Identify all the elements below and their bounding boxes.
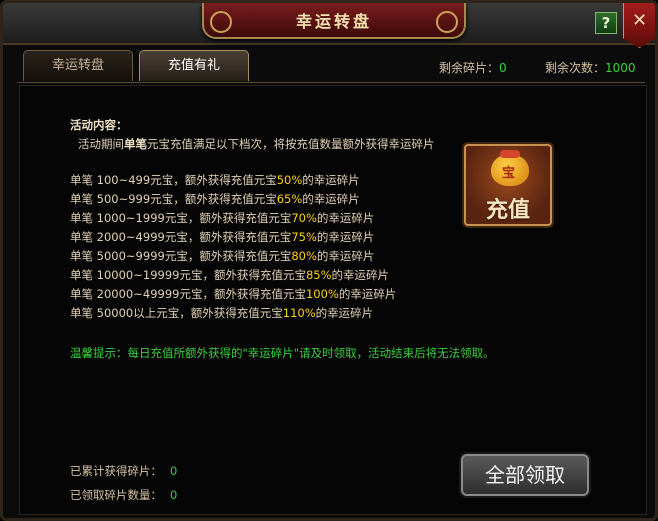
tier-percent: 85%	[305, 268, 332, 282]
tier-text: 单笔 2000~4999元宝，额外获得充值元宝	[70, 230, 292, 244]
tier-row: 单笔 10000~19999元宝，额外获得充值元宝85%的幸运碎片	[70, 267, 389, 283]
accumulated-fragments: 已累计获得碎片： 0	[70, 463, 177, 479]
remaining-spins: 剩余次数：1000	[545, 59, 636, 76]
window-title: 幸运转盘	[295, 12, 372, 31]
tier-suffix: 的幸运碎片	[331, 268, 390, 282]
accumulated-value: 0	[170, 464, 178, 478]
accumulated-label: 已累计获得碎片：	[70, 464, 162, 478]
bag-char: 宝	[502, 166, 516, 181]
tier-row: 单笔 5000~9999元宝，额外获得充值元宝80%的幸运碎片	[70, 248, 374, 264]
activity-intro: 活动期间单笔元宝充值满足以下档次，将按充值数量额外获得幸运碎片	[78, 136, 435, 152]
recharge-label: 充值	[485, 198, 530, 223]
claimed-fragments: 已领取碎片数量： 0	[70, 487, 177, 503]
tier-row: 单笔 1000~1999元宝，额外获得充值元宝70%的幸运碎片	[70, 210, 374, 226]
tier-percent: 80%	[291, 249, 317, 263]
remaining-fragments-value: 0	[499, 61, 507, 75]
close-icon: ✕	[631, 10, 648, 31]
tier-row: 单笔 100~499元宝，额外获得充值元宝50%的幸运碎片	[70, 172, 360, 188]
tier-suffix: 的幸运碎片	[302, 192, 360, 206]
ornament-right-icon	[436, 11, 458, 33]
tier-suffix: 的幸运碎片	[315, 306, 374, 320]
remaining-spins-value: 1000	[605, 61, 636, 75]
tier-suffix: 的幸运碎片	[316, 211, 375, 225]
tier-row: 单笔 500~999元宝，额外获得充值元宝65%的幸运碎片	[70, 191, 360, 207]
tier-text: 单笔 20000~49999元宝，额外获得充值元宝	[70, 287, 306, 301]
recharge-button[interactable]: 宝 充值	[464, 144, 552, 226]
tier-suffix: 的幸运碎片	[316, 249, 375, 263]
tier-percent: 50%	[276, 173, 303, 187]
title-bar: 幸运转盘 ? ✕	[3, 3, 655, 48]
tier-percent: 100%	[305, 287, 339, 301]
intro-text-c: 元宝充值满足以下档次，将按充值数量额外获得幸运碎片	[147, 137, 435, 151]
tier-percent: 70%	[291, 211, 317, 225]
tier-percent: 65%	[276, 192, 303, 206]
tab-recharge-gift[interactable]: 充值有礼	[139, 50, 249, 81]
bag-knot	[500, 150, 520, 158]
tier-row: 单笔 20000~49999元宝，额外获得充值元宝100%的幸运碎片	[70, 286, 396, 302]
remaining-fragments: 剩余碎片：0	[439, 59, 507, 76]
tier-text: 单笔 10000~19999元宝，额外获得充值元宝	[70, 268, 306, 282]
tier-text: 单笔 50000以上元宝，额外获得充值元宝	[70, 306, 283, 320]
tier-row: 单笔 2000~4999元宝，额外获得充值元宝75%的幸运碎片	[70, 229, 374, 245]
title-plate: 幸运转盘	[202, 3, 466, 39]
activity-heading: 活动内容：	[70, 118, 128, 132]
tier-text: 单笔 1000~1999元宝，额外获得充值元宝	[70, 211, 292, 225]
tier-row: 单笔 50000以上元宝，额外获得充值元宝110%的幸运碎片	[70, 305, 373, 321]
tier-suffix: 的幸运碎片	[316, 230, 375, 244]
claimed-label: 已领取碎片数量：	[70, 488, 162, 502]
tier-percent: 110%	[282, 306, 316, 320]
remaining-fragments-label: 剩余碎片：	[439, 61, 500, 75]
tier-text: 单笔 5000~9999元宝，额外获得充值元宝	[70, 249, 292, 263]
tier-text: 单笔 100~499元宝，额外获得充值元宝	[70, 173, 277, 187]
help-button[interactable]: ?	[595, 12, 617, 34]
tip-text: 温馨提示：每日充值所额外获得的"幸运碎片"请及时领取，活动结束后将无法领取。	[70, 346, 495, 360]
tab-lucky-wheel[interactable]: 幸运转盘	[23, 50, 133, 81]
intro-text-a: 活动期间	[78, 137, 124, 151]
claimed-value: 0	[170, 488, 178, 502]
close-button[interactable]: ✕	[623, 3, 655, 48]
tier-text: 单笔 500~999元宝，额外获得充值元宝	[70, 192, 277, 206]
remaining-spins-label: 剩余次数：	[545, 61, 606, 75]
collect-all-button[interactable]: 全部领取	[461, 454, 589, 496]
tier-suffix: 的幸运碎片	[338, 287, 397, 301]
intro-text-b: 单笔	[124, 137, 147, 151]
content-panel: 活动内容： 活动期间单笔元宝充值满足以下档次，将按充值数量额外获得幸运碎片 单笔…	[19, 85, 647, 515]
lucky-wheel-window: 幸运转盘 ? ✕ 幸运转盘 充值有礼 剩余碎片：0 剩余次数：1000 活动内容…	[0, 0, 658, 521]
tier-suffix: 的幸运碎片	[302, 173, 360, 187]
tier-percent: 75%	[291, 230, 317, 244]
